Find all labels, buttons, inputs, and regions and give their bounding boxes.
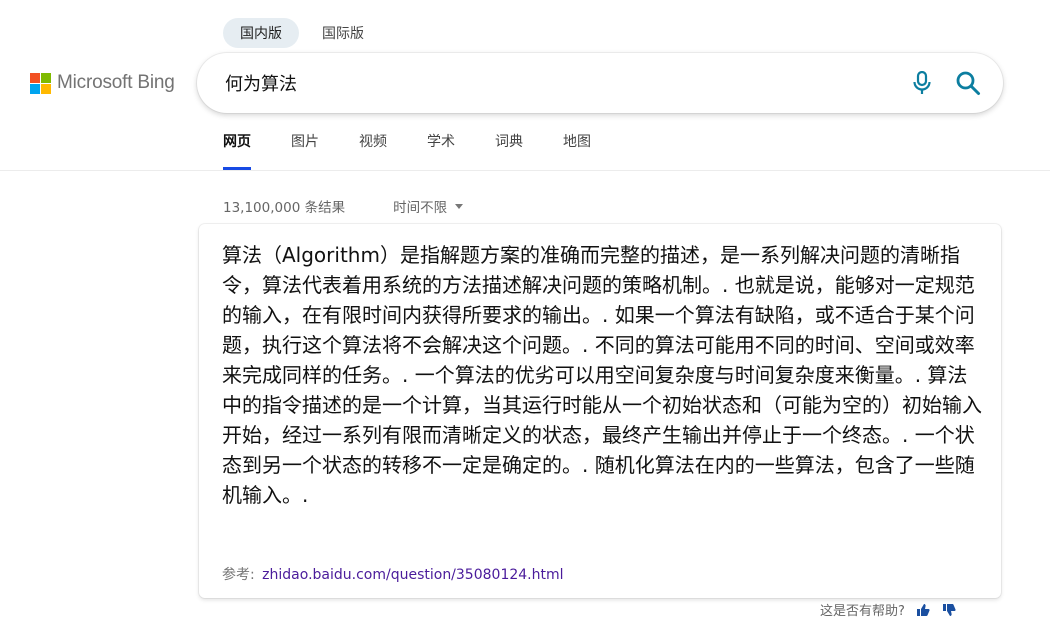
tab-videos[interactable]: 视频	[359, 120, 387, 170]
microsoft-logo-icon	[30, 72, 51, 94]
time-filter-label: 时间不限	[393, 200, 448, 216]
thumbs-up-icon[interactable]	[915, 602, 931, 618]
tab-web[interactable]: 网页	[223, 120, 251, 170]
result-count: 13,100,000 条结果	[223, 200, 346, 216]
search-tabs: 网页 图片 视频 学术 词典 地图	[223, 120, 631, 170]
caret-down-icon	[455, 203, 464, 209]
time-filter-dropdown[interactable]: 时间不限	[393, 196, 464, 216]
answer-text: 算法（Algorithm）是指解题方案的准确而完整的描述，是一系列解决问题的清晰…	[222, 243, 982, 507]
answer-card: 算法（Algorithm）是指解题方案的准确而完整的描述，是一系列解决问题的清晰…	[199, 224, 1001, 598]
tab-maps[interactable]: 地图	[563, 120, 591, 170]
microphone-icon[interactable]	[907, 68, 937, 98]
bing-logo[interactable]: Microsoft Bing	[30, 72, 175, 94]
region-international-button[interactable]: 国际版	[305, 18, 381, 48]
region-toggle: 国内版 国际版	[223, 18, 381, 48]
search-input[interactable]	[223, 67, 907, 99]
thumbs-down-icon[interactable]	[941, 602, 957, 618]
tabs-divider	[0, 170, 1050, 171]
feedback-bar: 这是否有帮助?	[820, 600, 957, 619]
search-box	[197, 53, 1003, 113]
search-icon[interactable]	[951, 66, 985, 100]
tab-dictionary[interactable]: 词典	[495, 120, 523, 170]
tab-academic[interactable]: 学术	[427, 120, 455, 170]
feedback-prompt: 这是否有帮助?	[820, 604, 905, 619]
source-link[interactable]: zhidao.baidu.com/question/35080124.html	[262, 567, 563, 583]
answer-source: 参考: zhidao.baidu.com/question/35080124.h…	[222, 564, 564, 584]
logo-wordmark: Microsoft Bing	[57, 72, 175, 93]
source-label: 参考:	[222, 567, 255, 583]
tab-images[interactable]: 图片	[291, 120, 319, 170]
region-domestic-button[interactable]: 国内版	[223, 18, 299, 48]
results-meta: 13,100,000 条结果 时间不限	[223, 196, 464, 216]
